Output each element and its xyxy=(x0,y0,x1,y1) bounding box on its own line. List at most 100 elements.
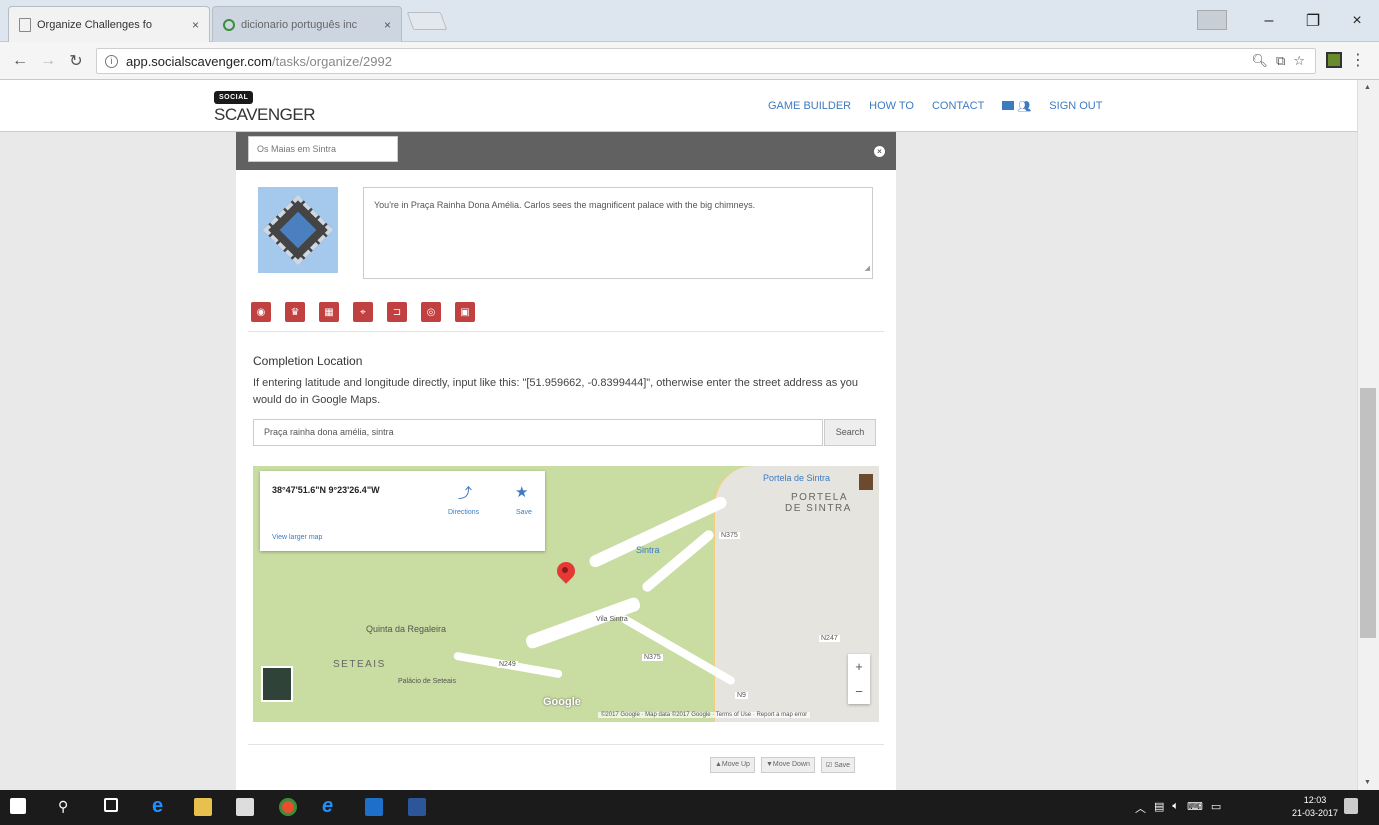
task-thumbnail[interactable] xyxy=(258,187,338,273)
tab-dicionario[interactable]: dicionario português inc × xyxy=(212,6,402,42)
network-icon[interactable]: ▤ xyxy=(1154,800,1164,816)
bookmark-star-icon[interactable]: ☆ xyxy=(1293,53,1305,69)
maximize-button[interactable]: ❐ xyxy=(1291,0,1335,42)
site-header: SOCIAL SCAVENGER GAME BUILDER HOW TO CON… xyxy=(0,80,1357,132)
site-logo[interactable]: SOCIAL SCAVENGER xyxy=(214,86,316,125)
reload-icon[interactable]: ↻ xyxy=(62,51,90,71)
browser-tab-strip: Organize Challenges fo × dicionario port… xyxy=(0,0,1379,42)
close-window-button[interactable]: × xyxy=(1335,0,1379,42)
task-footer-buttons: ▲Move Up ▼Move Down ☑ Save xyxy=(710,757,856,773)
battery-icon[interactable]: ▭ xyxy=(1211,800,1221,816)
directions-icon[interactable]: ⤴ xyxy=(458,483,472,503)
forward-arrow-icon[interactable]: → xyxy=(34,52,62,70)
view-larger-map-link[interactable]: View larger map xyxy=(272,534,322,541)
map-label: PORTELA xyxy=(791,492,848,503)
internet-explorer-icon[interactable]: e xyxy=(322,795,333,817)
notifications-icon[interactable] xyxy=(1344,798,1358,814)
translate-icon[interactable]: ⧉ xyxy=(1276,53,1285,69)
google-map[interactable]: PORTELA DE SINTRA Portela de Sintra Sint… xyxy=(253,466,879,722)
info-icon[interactable]: i xyxy=(105,54,118,68)
page-icon xyxy=(19,17,31,32)
minimize-button[interactable]: – xyxy=(1247,0,1291,42)
map-pin-dot xyxy=(562,567,568,573)
task-card-header: Os Maias em Sintra × xyxy=(236,132,896,170)
zoom-in-button[interactable]: + xyxy=(848,654,870,679)
chevron-up-icon[interactable]: ︿ xyxy=(1135,800,1146,816)
map-label: Quinta da Regaleira xyxy=(366,624,447,634)
map-marker-icon[interactable]: ⌖ xyxy=(353,302,373,322)
eye-icon[interactable]: ◎ xyxy=(421,302,441,322)
file-explorer-icon[interactable] xyxy=(194,798,212,816)
outlook-icon[interactable] xyxy=(365,798,383,816)
search-icon[interactable]: ⚲ xyxy=(58,798,68,816)
save-place-link[interactable]: Save xyxy=(516,509,532,516)
resize-handle-icon[interactable]: ◢ xyxy=(865,262,870,276)
nav-game-builder[interactable]: GAME BUILDER xyxy=(768,100,851,113)
clock-time: 12:03 xyxy=(1303,795,1327,805)
volume-icon[interactable]: 🔈︎ xyxy=(1172,800,1179,816)
chrome-menu-icon[interactable]: ⋮ xyxy=(1350,50,1366,70)
divider xyxy=(248,744,884,745)
word-icon[interactable] xyxy=(408,798,426,816)
google-icon xyxy=(223,18,235,31)
film-reel-icon xyxy=(262,194,334,266)
nav-sign-out[interactable]: SIGN OUT xyxy=(1049,100,1102,113)
tab-close-icon[interactable]: × xyxy=(192,18,199,32)
camera-icon[interactable]: ◉ xyxy=(251,302,271,322)
task-type-icons: ◉ ♛ ▦ ⌖ ⊐ ◎ ▣ xyxy=(251,302,475,322)
taskbar-clock[interactable]: 12:03 21-03-2017 xyxy=(1292,794,1338,820)
road-shield: N9 xyxy=(735,692,748,699)
zoom-out-button[interactable]: − xyxy=(848,679,870,704)
nav-contact[interactable]: CONTACT xyxy=(932,100,984,113)
move-down-button[interactable]: ▼Move Down xyxy=(760,757,815,773)
directions-link[interactable]: Directions xyxy=(448,509,479,516)
user-profile-icon[interactable] xyxy=(1197,10,1227,30)
task-description-textarea[interactable]: You're in Praça Rainha Dona Amélia. Carl… xyxy=(363,187,873,279)
nav-how-to[interactable]: HOW TO xyxy=(869,100,914,113)
back-arrow-icon[interactable]: ← xyxy=(6,52,34,70)
map-info-card: 38°47'51.6"N 9°23'26.4"W ⤴ Directions ★ … xyxy=(260,471,545,551)
nav-messages[interactable]: 👥︎ xyxy=(1002,100,1031,113)
map-label: Vila Sintra xyxy=(596,616,628,623)
site-nav: GAME BUILDER HOW TO CONTACT 👥︎ SIGN OUT xyxy=(768,100,1102,113)
map-attribution[interactable]: ©2017 Google · Map data ©2017 Google · T… xyxy=(598,712,811,718)
zoom-icon[interactable]: 🔍︎ xyxy=(1252,53,1269,69)
extension-icon[interactable] xyxy=(1326,52,1342,68)
edge-icon[interactable]: e xyxy=(152,795,163,817)
tab-close-icon[interactable]: × xyxy=(384,18,391,32)
scroll-down-icon[interactable]: ▼ xyxy=(1364,779,1371,786)
scroll-up-icon[interactable]: ▲ xyxy=(1364,84,1371,91)
calendar-icon[interactable]: ▦ xyxy=(319,302,339,322)
satellite-toggle[interactable] xyxy=(261,666,293,702)
street-view-icon[interactable] xyxy=(859,474,873,490)
completion-help-text: If entering latitude and longitude direc… xyxy=(253,377,859,406)
task-view-icon[interactable] xyxy=(104,798,118,812)
search-button[interactable]: Search xyxy=(824,419,876,446)
close-icon[interactable]: × xyxy=(874,146,885,157)
task-title-input[interactable]: Os Maias em Sintra xyxy=(248,136,398,162)
tab-organize-challenges[interactable]: Organize Challenges fo × xyxy=(8,6,210,42)
save-button[interactable]: ☑ Save xyxy=(820,757,856,773)
address-bar[interactable]: i app.socialscavenger.com/tasks/organize… xyxy=(96,48,1316,74)
mail-icon xyxy=(1002,101,1015,110)
map-coordinates: 38°47'51.6"N 9°23'26.4"W xyxy=(272,485,380,495)
move-up-button[interactable]: ▲Move Up xyxy=(710,757,755,773)
location-search-input[interactable]: Praça rainha dona amélia, sintra xyxy=(253,419,823,446)
omnibox-icons: 🔍︎ ⧉ ☆ xyxy=(1252,53,1305,69)
people-icon: 👥︎ xyxy=(1017,101,1032,113)
store-icon[interactable] xyxy=(236,798,254,816)
new-tab-button[interactable] xyxy=(406,12,448,30)
windows-start-icon[interactable] xyxy=(10,798,26,814)
road-shield: N375 xyxy=(719,532,740,539)
photo-icon[interactable]: ▣ xyxy=(455,302,475,322)
scrollbar-thumb[interactable] xyxy=(1360,388,1376,638)
url-host: app.socialscavenger.com xyxy=(126,53,272,69)
browser-toolbar: ← → ↻ i app.socialscavenger.com/tasks/or… xyxy=(0,42,1379,80)
language-icon[interactable]: ⌨ xyxy=(1187,800,1203,816)
unlock-icon[interactable]: ⊐ xyxy=(387,302,407,322)
trophy-icon[interactable]: ♛ xyxy=(285,302,305,322)
windows-taskbar: ⚲ e e ︿ ▤ 🔈︎ ⌨ ▭ 12:03 21-03-2017 xyxy=(0,790,1379,825)
chrome-icon[interactable] xyxy=(279,798,297,816)
logo-text: SCAVENGER xyxy=(214,105,316,124)
star-icon[interactable]: ★ xyxy=(515,483,528,501)
